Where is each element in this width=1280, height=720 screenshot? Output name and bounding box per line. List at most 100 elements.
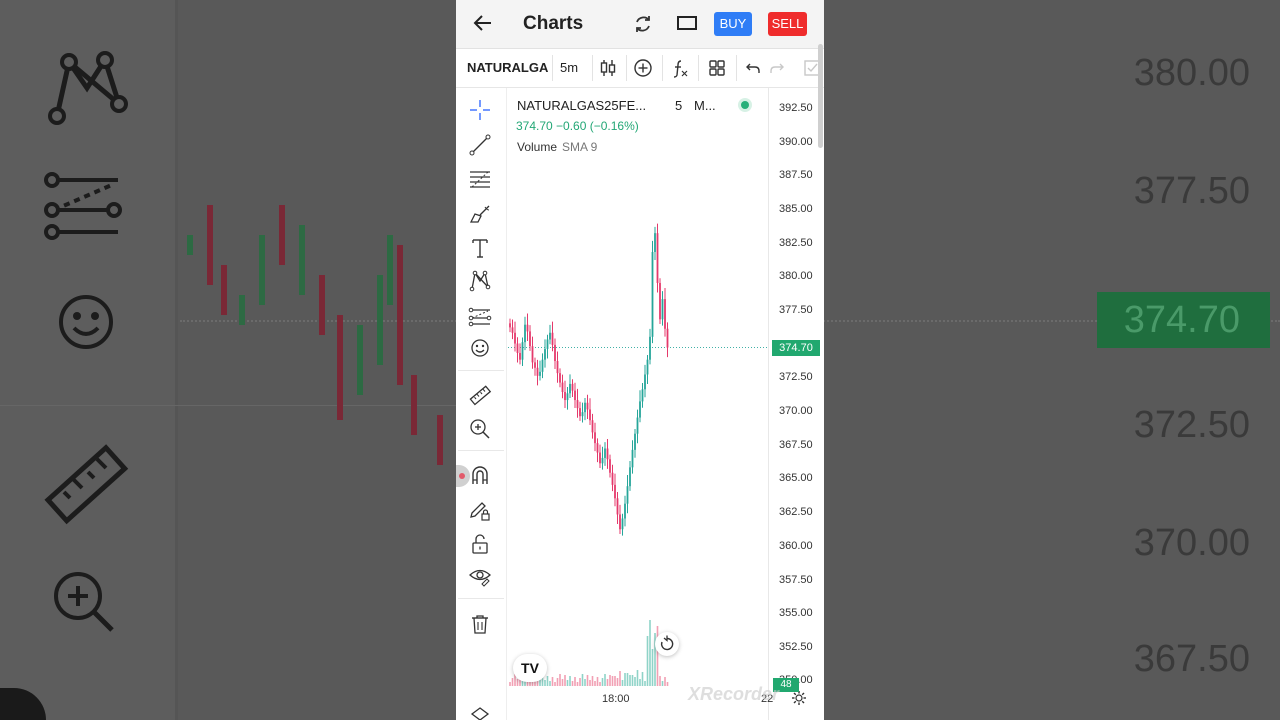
candle-body	[559, 373, 561, 383]
price-axis-label: 365.00	[779, 472, 813, 484]
candle-body	[516, 343, 519, 353]
emoji-icon[interactable]	[468, 336, 492, 360]
candle-body	[644, 374, 646, 390]
forecast-icon[interactable]	[468, 304, 492, 328]
candle-body	[601, 457, 604, 464]
volume-bar	[629, 675, 631, 686]
volume-bar	[614, 676, 616, 686]
text-tool-icon[interactable]	[468, 236, 492, 260]
candle-body	[609, 459, 611, 473]
fib-retracement-icon[interactable]	[468, 167, 492, 191]
trash-icon[interactable]	[468, 612, 492, 636]
candle-body	[599, 452, 601, 464]
back-arrow-icon[interactable]	[472, 12, 494, 34]
background-right-panel	[824, 0, 1280, 720]
candle-body	[621, 518, 624, 530]
ruler-icon[interactable]	[468, 383, 492, 407]
tools-divider	[458, 598, 504, 599]
background-price-label: 377.50	[1133, 170, 1250, 212]
zoom-in-icon[interactable]	[468, 417, 492, 441]
candle-body	[661, 299, 664, 320]
tools-divider	[458, 450, 504, 451]
compare-add-icon[interactable]	[633, 58, 653, 78]
crosshair-icon[interactable]	[468, 98, 492, 122]
candle-body	[639, 401, 641, 418]
candle-body	[631, 449, 634, 468]
candle-body	[624, 503, 626, 519]
volume-bar	[601, 678, 604, 686]
interval-selector[interactable]: 5m	[560, 60, 578, 75]
price-axis[interactable]: 22 392.50 390.00 387.50 385.00 382.50 380.00 3…	[761, 88, 824, 720]
volume-bar	[631, 675, 634, 686]
fullscreen-icon[interactable]	[677, 16, 697, 30]
background-price-label: 380.00	[1133, 52, 1250, 94]
phone-screen: Charts BUY SELL NATURALGA 5m NATURALGAS2…	[456, 0, 824, 720]
undo-icon[interactable]	[742, 58, 762, 78]
candle-body	[561, 382, 564, 392]
magnet-icon[interactable]	[468, 464, 492, 488]
price-chart[interactable]	[508, 88, 768, 720]
candle-body	[556, 361, 559, 374]
lock-drawings-pencil-icon[interactable]	[468, 498, 492, 522]
candle-body	[576, 400, 579, 409]
sell-button[interactable]: SELL	[768, 12, 807, 36]
candle-body	[629, 467, 631, 487]
current-price-tag: 374.70	[772, 340, 820, 356]
buy-button[interactable]: BUY	[714, 12, 752, 36]
candle-body	[596, 443, 599, 453]
scrollbar[interactable]	[818, 44, 823, 148]
toolbar-divider	[626, 55, 627, 81]
volume-bar	[596, 677, 599, 686]
layers-icon[interactable]	[468, 704, 492, 720]
volume-bar	[544, 680, 546, 686]
volume-bar	[599, 682, 601, 686]
emoji-icon-bg	[59, 295, 113, 349]
price-axis-label: 377.50	[779, 304, 813, 316]
symbol-selector[interactable]: NATURALGA	[467, 60, 548, 75]
tradingview-logo[interactable]: TV	[513, 654, 547, 682]
candle-body	[539, 371, 541, 376]
settings-gear-icon[interactable]	[791, 690, 807, 706]
redo-icon[interactable]	[768, 58, 788, 78]
candle-body	[521, 342, 524, 360]
toolbar-divider	[736, 55, 737, 81]
background-price-label: 370.00	[1133, 522, 1250, 564]
pattern-icon[interactable]	[468, 269, 492, 293]
reset-chart-button[interactable]	[655, 632, 679, 656]
price-axis-label: 367.50	[779, 439, 813, 451]
brush-icon[interactable]	[468, 202, 492, 226]
unlock-icon[interactable]	[468, 532, 492, 556]
background-price-label: 367.50	[1133, 638, 1250, 680]
candle-type-icon[interactable]	[598, 58, 618, 78]
candle-body	[524, 324, 526, 343]
volume-bar	[516, 679, 519, 686]
price-axis-label: 382.50	[779, 237, 813, 249]
trend-line-icon[interactable]	[468, 133, 492, 157]
price-axis-label: 362.50	[779, 506, 813, 518]
volume-bar	[634, 677, 636, 686]
candle-body	[579, 408, 581, 417]
toolbar-divider	[552, 55, 553, 81]
candle-body	[571, 383, 574, 391]
visibility-icon[interactable]	[468, 564, 492, 588]
candle-body	[614, 484, 616, 499]
volume-bar	[659, 676, 661, 686]
refresh-icon[interactable]	[632, 13, 654, 35]
reset-icon	[660, 635, 674, 651]
volume-bar	[594, 681, 596, 686]
legend-symbol[interactable]: NATURALGAS25FE...	[517, 98, 646, 113]
candle-body	[636, 417, 639, 434]
app-header: Charts BUY SELL	[456, 0, 824, 49]
candle-body	[604, 448, 606, 458]
candle-body	[616, 498, 619, 515]
indicators-icon[interactable]	[670, 58, 690, 78]
candle-body	[519, 352, 521, 360]
background-current-price: 374.70	[1097, 292, 1270, 348]
volume-bar	[639, 679, 641, 686]
volume-bar	[551, 677, 554, 686]
price-axis-label: 352.50	[779, 641, 813, 653]
legend-indicator-name[interactable]: Volume	[517, 140, 557, 154]
volume-bar	[626, 673, 629, 686]
volume-bar	[581, 674, 584, 686]
layout-grid-icon[interactable]	[707, 58, 727, 78]
